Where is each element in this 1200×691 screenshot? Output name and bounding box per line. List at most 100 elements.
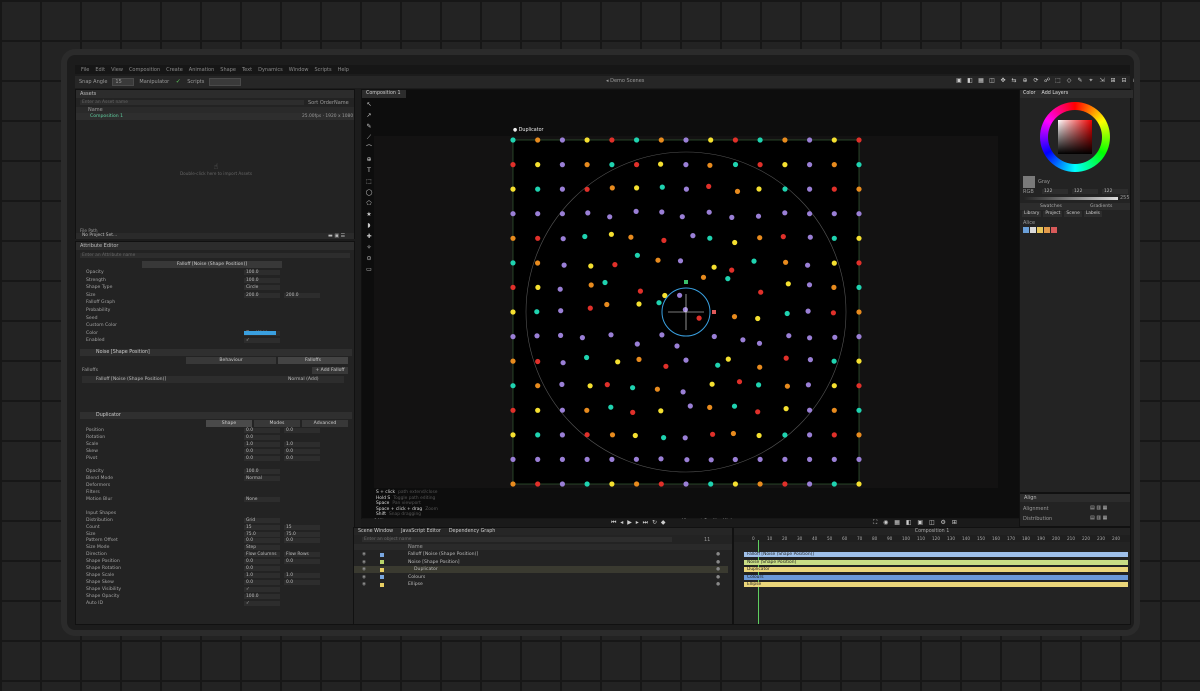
toolbar-tool-icon[interactable]: ⬚ [1054, 77, 1062, 85]
attribute-value-field[interactable]: 0.0 [244, 434, 280, 440]
falloff-header-button[interactable]: Falloff [Noise (Shape Position)] [142, 261, 282, 268]
layer-color-chip[interactable] [380, 567, 384, 572]
toolbar-tool-icon[interactable]: ✥ [999, 77, 1007, 85]
attribute-value-field[interactable]: 0.0 [244, 538, 280, 544]
color-swatch[interactable] [1030, 227, 1036, 233]
attribute-value-field[interactable]: 15 [244, 524, 280, 530]
toolbar-tool-icon[interactable]: ✎ [1076, 77, 1084, 85]
layer-flags[interactable]: ● [716, 551, 720, 558]
attribute-value-field[interactable]: 75.0 [244, 531, 280, 537]
layer-color-chip[interactable] [380, 575, 384, 580]
tab-advanced[interactable]: Advanced [302, 420, 348, 427]
layer-name-column[interactable]: Name [408, 544, 423, 550]
library-tab-scene[interactable]: Scene [1064, 211, 1082, 217]
toolbar-tool-icon[interactable]: ⇲ [1098, 77, 1106, 85]
viewport-tool-icon[interactable]: ✧ [365, 244, 373, 252]
viewport-tool-icon[interactable]: ✚ [365, 233, 373, 241]
tab-modes[interactable]: Modes [254, 420, 300, 427]
layer-row[interactable]: ◉ Falloff [Noise (Shape Position)] ● [354, 551, 728, 558]
attribute-value2-field[interactable]: 200.0 [284, 292, 320, 298]
eye-icon[interactable]: ◉ [362, 559, 366, 566]
library-tab-project[interactable]: Project [1043, 211, 1063, 217]
menu-edit[interactable]: Edit [95, 67, 105, 73]
layer-flags[interactable]: ● [716, 581, 720, 588]
add-falloff-button[interactable]: + Add Falloff [312, 367, 348, 374]
attribute-value2-field[interactable]: 0.0 [284, 579, 320, 585]
tab-color[interactable]: Color [1023, 90, 1036, 98]
attribute-value2-field[interactable]: 0.0 [284, 455, 320, 461]
tab-behaviour[interactable]: Behaviour [186, 357, 276, 364]
check-icon[interactable]: ✓ [174, 78, 182, 86]
menu-animation[interactable]: Animation [189, 67, 215, 73]
toolbar-tool-icon[interactable]: ⌖ [1087, 77, 1095, 85]
color-mode[interactable]: RGB [1023, 189, 1034, 195]
timeline-track-bar[interactable]: Noise [Shape Position] [744, 559, 1128, 565]
menu-window[interactable]: Window [289, 67, 309, 73]
timeline-track-bar[interactable]: Duplicator [744, 567, 1128, 573]
layer-row[interactable]: ◉ Duplicator ● [354, 566, 728, 574]
viewport-tool-icon[interactable]: ↗ [365, 112, 373, 120]
toolbar-tool-icon[interactable]: ◧ [966, 77, 974, 85]
layer-color-chip[interactable] [380, 560, 384, 565]
menu-composition[interactable]: Composition [129, 67, 160, 73]
attribute-value-field[interactable]: ✓ [244, 338, 280, 344]
attribute-value-field[interactable]: 0.0 [244, 559, 280, 565]
eye-icon[interactable]: ◉ [362, 581, 366, 588]
saturation-square[interactable] [1058, 120, 1092, 154]
manipulator-handle-y[interactable] [684, 280, 688, 284]
color-swatch[interactable] [1051, 227, 1057, 233]
attribute-value-field[interactable]: 0.0 [244, 455, 280, 461]
viewport-tool-icon[interactable]: ⊙ [365, 255, 373, 263]
green-field[interactable]: 122 [1072, 189, 1098, 194]
falloff-item[interactable]: Falloff [Noise (Shape Position)] Normal (… [82, 376, 344, 383]
attribute-value-field[interactable]: 100.0 [244, 469, 280, 475]
attribute-value-field[interactable]: Flow Columns [244, 552, 280, 558]
attribute-value-field[interactable]: 100.0 [244, 270, 280, 275]
viewport-tool-icon[interactable]: ⟋ [365, 134, 373, 142]
attribute-value-field[interactable]: 100.0 [244, 593, 280, 599]
toolbar-tool-icon[interactable]: ◇ [1065, 77, 1073, 85]
blue-field[interactable]: 122 [1102, 189, 1128, 194]
render-icons[interactable]: ⛶ ◉ ▦ ◧ ▣ ◫ ⚙ ⊞ [873, 519, 959, 527]
library-tab-labels[interactable]: Labels [1083, 211, 1102, 217]
attribute-value-field[interactable]: 0.0 [244, 579, 280, 585]
toolbar-tool-icon[interactable]: ⟳ [1032, 77, 1040, 85]
noise-section-header[interactable]: Noise [Shape Position] [80, 349, 352, 356]
attribute-value-field[interactable]: Step [244, 545, 280, 551]
attribute-value-field[interactable]: None [244, 497, 280, 502]
attribute-value-field[interactable]: 1.0 [244, 441, 280, 447]
viewport-tool-icon[interactable]: ◯ [365, 189, 373, 197]
red-field[interactable]: 122 [1042, 189, 1068, 194]
menu-help[interactable]: Help [338, 67, 349, 73]
menu-view[interactable]: View [111, 67, 123, 73]
attribute-value-field[interactable]: Normal [244, 476, 280, 482]
layer-flags[interactable]: ● [716, 566, 720, 573]
toolbar-tool-icon[interactable]: ▦ [977, 77, 985, 85]
demo-scenes-button[interactable]: ◂ Demo Scenes [606, 78, 644, 84]
attribute-value2-field[interactable]: 0.0 [284, 428, 320, 433]
attribute-value-field[interactable]: 100.0 [244, 277, 280, 283]
attribute-value2-field[interactable]: 0.0 [284, 538, 320, 544]
toolbar-tool-icon[interactable]: ⇆ [1010, 77, 1018, 85]
toolbar-tool-icon[interactable]: ▣ [955, 77, 963, 85]
composition-canvas[interactable]: ● Duplicator [374, 128, 998, 488]
layer-row[interactable]: ◉ Ellipse ● [354, 581, 728, 588]
tab-dependency-graph[interactable]: Dependency Graph [449, 528, 495, 535]
viewport-tool-icon[interactable]: ✎ [365, 123, 373, 131]
attribute-value-field[interactable]: Grid [244, 517, 280, 523]
current-color-swatch[interactable] [1023, 176, 1035, 188]
layer-color-chip[interactable] [380, 552, 384, 557]
attribute-value-field[interactable]: 0.0 [244, 448, 280, 454]
tab-scene-window[interactable]: Scene Window [358, 528, 393, 535]
tab-shape[interactable]: Shape [206, 420, 252, 427]
eye-icon[interactable]: ◉ [362, 566, 366, 573]
tab-gradients[interactable]: Gradients [1090, 203, 1112, 210]
viewport-tool-icon[interactable]: ⬠ [365, 200, 373, 208]
attribute-value2-field[interactable]: 0.0 [284, 559, 320, 565]
menu-dynamics[interactable]: Dynamics [258, 67, 283, 73]
toolbar-tool-icon[interactable]: ⊟ [1120, 77, 1128, 85]
menu-scripts[interactable]: Scripts [314, 67, 331, 73]
toolbar-tool-icon[interactable]: ≡ [1131, 77, 1134, 85]
menu-text[interactable]: Text [242, 67, 252, 73]
frame-value[interactable]: 11 [704, 537, 710, 543]
